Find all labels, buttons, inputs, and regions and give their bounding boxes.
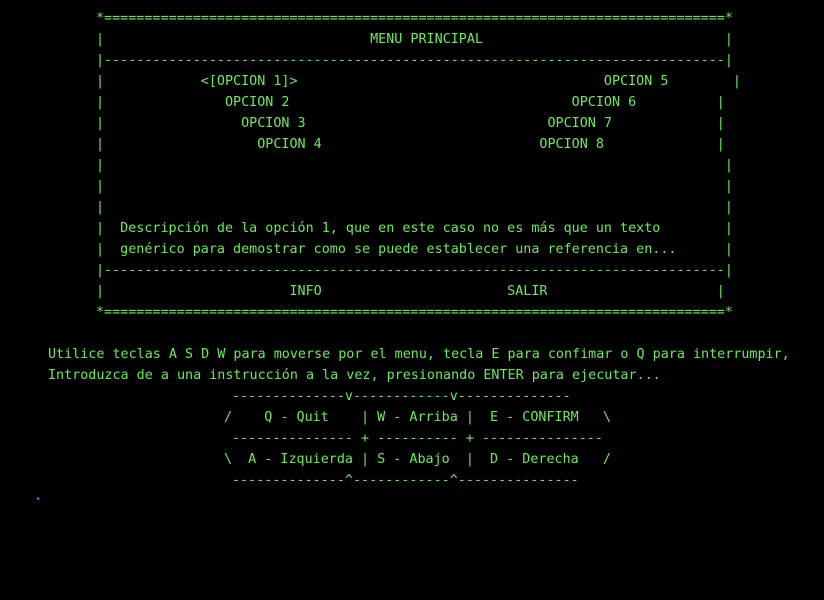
menu-separator-bottom: |---------------------------------------… [96, 263, 733, 278]
menu-description-line-1: | Descripción de la opción 1, que en est… [96, 221, 733, 236]
menu-empty-line: | | [96, 179, 733, 194]
menu-option-row-3[interactable]: | OPCION 3 OPCION 7 | [96, 115, 725, 133]
menu-option-row-1[interactable]: | <[OPCION 1]> OPCION 5 | [96, 73, 741, 91]
key-diagram-row-2: \ A - Izquierda | S - Abajo | D - Derech… [224, 452, 611, 467]
menu-empty-line: | | [96, 158, 733, 173]
menu-title-line: | MENU PRINCIPAL | [96, 32, 733, 47]
menu-empty-line: | | [96, 200, 733, 215]
menu-top-border: *=======================================… [96, 11, 733, 26]
prompt-cursor-icon[interactable]: ▸ [36, 493, 41, 505]
menu-option-row-4[interactable]: | OPCION 4 OPCION 8 | [96, 136, 725, 154]
key-diagram-middle: --------------- + ---------- + ---------… [224, 431, 603, 446]
menu-bottom-border: *=======================================… [96, 305, 733, 320]
terminal-window: *=======================================… [0, 0, 824, 600]
key-diagram-bottom: --------------^------------^------------… [224, 473, 579, 488]
menu-footer-line[interactable]: | INFO SALIR | [96, 283, 725, 301]
menu-separator-top: |---------------------------------------… [96, 53, 733, 68]
instruction-line-2: Introduzca de a una instrucción a la vez… [48, 368, 661, 383]
key-diagram-top: --------------v------------v------------… [224, 389, 571, 404]
key-diagram-row-1: / Q - Quit | W - Arriba | E - CONFIRM \ [224, 410, 611, 425]
instruction-line-1: Utilice teclas A S D W para moverse por … [48, 347, 790, 362]
menu-option-row-2[interactable]: | OPCION 2 OPCION 6 | [96, 94, 725, 112]
menu-description-line-2: | genérico para demostrar como se puede … [96, 242, 733, 257]
